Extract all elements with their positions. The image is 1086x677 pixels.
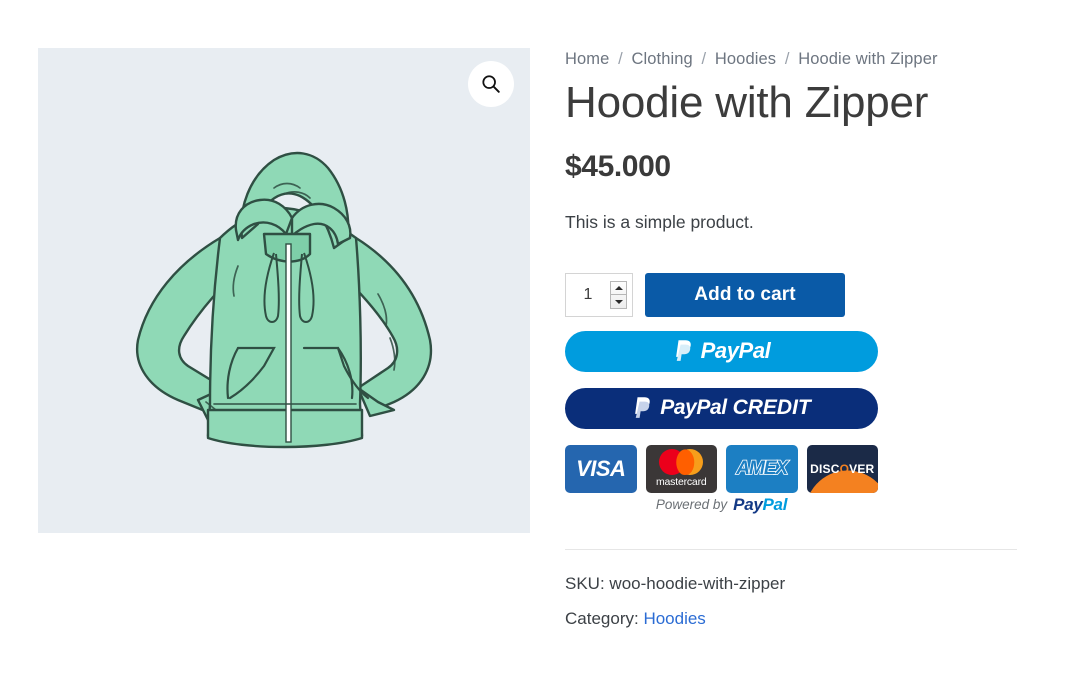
mastercard-label: mastercard — [655, 476, 707, 489]
breadcrumb-item-current: Hoodie with Zipper — [798, 50, 938, 68]
product-page: Home / Clothing / Hoodies / Hoodie with … — [0, 0, 1086, 677]
mastercard-circles-icon — [659, 449, 704, 476]
quantity-input[interactable] — [566, 274, 610, 315]
page-title: Hoodie with Zipper — [565, 78, 929, 128]
image-zoom-button[interactable] — [468, 61, 514, 107]
breadcrumb-separator: / — [784, 50, 790, 68]
category-label: Category: — [565, 608, 639, 628]
paypal-brand-text: PayPal — [700, 338, 771, 364]
mastercard-card-icon: mastercard — [645, 444, 717, 493]
discover-label-o: O — [839, 461, 850, 476]
discover-label: DISCOVER — [810, 462, 874, 476]
hoodie-illustration — [135, 151, 433, 449]
visa-card-icon: VISA — [565, 444, 637, 493]
discover-label-post: VER — [849, 461, 875, 476]
accepted-cards: VISA mastercard AMEX DISCOVER — [565, 444, 878, 493]
breadcrumb-item-clothing[interactable]: Clothing — [631, 50, 692, 68]
product-short-description: This is a simple product. — [565, 211, 754, 232]
paypal-monogram-icon — [675, 340, 691, 362]
discover-label-pre: DISC — [810, 461, 840, 476]
quantity-stepper[interactable] — [565, 272, 633, 317]
sku-label: SKU: — [565, 573, 605, 593]
paypal-credit-suffix: CREDIT — [726, 396, 811, 420]
sku-value: woo-hoodie-with-zipper — [609, 573, 786, 593]
product-price: $45.000 — [565, 149, 671, 183]
powered-by-paypal: Powered by PayPal — [565, 495, 878, 515]
visa-label: VISA — [576, 455, 626, 481]
amex-card-icon: AMEX — [726, 444, 798, 493]
breadcrumb-separator: / — [701, 50, 707, 68]
quantity-increase-button[interactable] — [611, 282, 626, 296]
paypal-credit-wordmark: PayPal CREDIT — [632, 396, 811, 420]
paypal-credit-brand-text: PayPal CREDIT — [660, 396, 811, 420]
paypal-checkout-button[interactable]: PayPal — [565, 330, 878, 372]
meta-divider — [565, 548, 1017, 550]
paypal-button-stack: PayPal PayPal CREDIT VISA mastercard AME… — [565, 330, 878, 515]
product-gallery — [38, 48, 530, 533]
add-to-cart-form: Add to cart — [565, 272, 1017, 317]
quantity-decrease-button[interactable] — [611, 295, 626, 308]
powered-by-label: Powered by — [655, 497, 728, 513]
breadcrumb-separator: / — [618, 50, 623, 68]
paypal-credit-button[interactable]: PayPal CREDIT — [565, 387, 878, 429]
powered-brand-pal: Pal — [762, 494, 788, 514]
breadcrumb-item-hoodies[interactable]: Hoodies — [715, 50, 776, 68]
paypal-wordmark: PayPal — [673, 338, 771, 364]
search-icon — [482, 75, 500, 93]
powered-brand-pay: Pay — [733, 494, 763, 514]
breadcrumb: Home / Clothing / Hoodies / Hoodie with … — [565, 48, 1017, 70]
paypal-monogram-icon — [635, 397, 651, 419]
product-category: Category: Hoodies — [565, 607, 1017, 631]
amex-label: AMEX — [735, 457, 789, 480]
discover-card-icon: DISCOVER — [806, 444, 878, 493]
quantity-spinner[interactable] — [610, 280, 627, 309]
product-sku: SKU: woo-hoodie-with-zipper — [565, 572, 1017, 596]
product-image[interactable] — [38, 48, 530, 533]
add-to-cart-button[interactable]: Add to cart — [645, 272, 845, 317]
breadcrumb-item-home[interactable]: Home — [565, 50, 609, 68]
product-summary: Home / Clothing / Hoodies / Hoodie with … — [565, 48, 1017, 642]
powered-by-brand: PayPal — [733, 495, 787, 515]
paypal-credit-brand: PayPal — [660, 396, 727, 420]
category-link-hoodies[interactable]: Hoodies — [643, 609, 705, 628]
